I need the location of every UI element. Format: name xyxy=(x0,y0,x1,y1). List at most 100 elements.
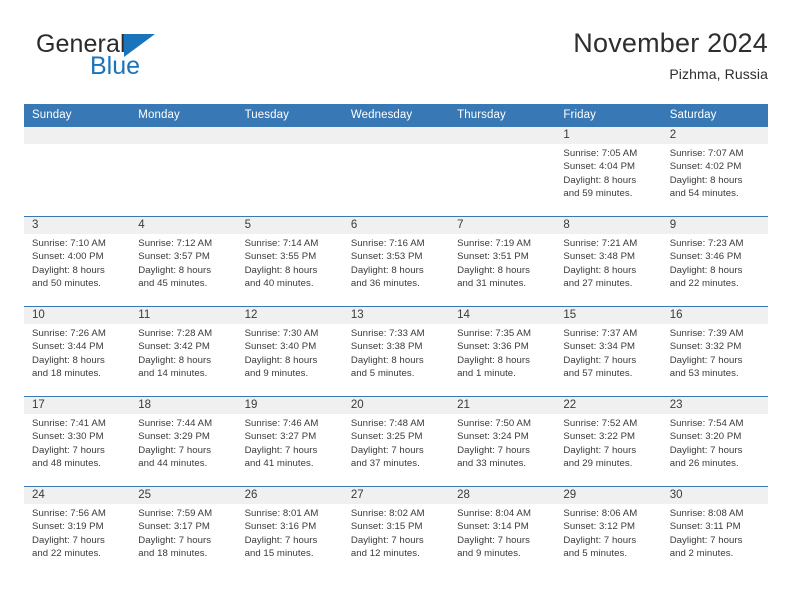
page-subtitle: Pizhma, Russia xyxy=(669,66,768,82)
daylight-text-cont: and 18 minutes. xyxy=(32,368,102,380)
calendar-day-cell[interactable]: 1 Sunrise: 7:05 AM Sunset: 4:04 PM Daylight… xyxy=(555,126,662,217)
sunrise-text: Sunrise: 7:35 AM xyxy=(457,328,531,339)
calendar-day-cell[interactable]: 15 Sunrise: 7:37 AM Sunset: 3:34 PM Dayligh… xyxy=(555,306,662,397)
calendar-day-cell[interactable]: 30 Sunrise: 8:08 AM Sunset: 3:11 PM Dayligh… xyxy=(661,486,768,577)
calendar-day-cell[interactable]: 20 Sunrise: 7:48 AM Sunset: 3:25 PM Dayligh… xyxy=(342,396,450,487)
sunset-text: Sunset: 3:42 PM xyxy=(138,341,210,353)
daylight-text-cont: and 45 minutes. xyxy=(138,278,208,290)
sunset-text: Sunset: 3:48 PM xyxy=(563,251,636,263)
day-number: 11 xyxy=(130,307,237,324)
daylight-text: Daylight: 7 hours xyxy=(244,444,318,456)
calendar-day-cell[interactable]: 22 Sunrise: 7:52 AM Sunset: 3:22 PM Dayligh… xyxy=(555,396,662,487)
calendar-day-cell[interactable]: 9 Sunrise: 7:23 AM Sunset: 3:46 PM Daylight… xyxy=(661,216,768,307)
calendar-day-cell[interactable]: 28 Sunrise: 8:04 AM Sunset: 3:14 PM Dayligh… xyxy=(449,486,556,577)
daylight-text-cont: and 53 minutes. xyxy=(669,368,739,380)
calendar-day-cell-empty xyxy=(342,126,450,217)
day-number: 12 xyxy=(236,307,343,324)
page-header: General Blue November 2024 Pizhma, Russi… xyxy=(24,26,768,92)
daylight-text: Daylight: 8 hours xyxy=(32,264,105,276)
daylight-text: Daylight: 8 hours xyxy=(32,354,105,366)
sunset-text: Sunset: 3:32 PM xyxy=(669,341,742,353)
daylight-text: Daylight: 8 hours xyxy=(138,354,212,366)
weekday-header-friday: Friday xyxy=(555,104,662,127)
sunrise-text: Sunrise: 7:10 AM xyxy=(32,238,106,249)
calendar-day-cell[interactable]: 29 Sunrise: 8:06 AM Sunset: 3:12 PM Dayligh… xyxy=(555,486,662,577)
day-number: 5 xyxy=(236,217,343,234)
sunrise-text: Sunrise: 7:48 AM xyxy=(350,418,425,429)
sunset-text: Sunset: 3:24 PM xyxy=(457,431,529,443)
sunset-text: Sunset: 3:25 PM xyxy=(350,431,423,443)
sunrise-text: Sunrise: 7:23 AM xyxy=(669,238,744,249)
sunrise-text: Sunrise: 8:08 AM xyxy=(669,508,744,519)
sunset-text: Sunset: 3:22 PM xyxy=(563,431,636,443)
day-details: Sunrise: 7:12 AM Sunset: 3:57 PM Daylight:… xyxy=(130,234,236,291)
calendar-day-cell[interactable]: 2 Sunrise: 7:07 AM Sunset: 4:02 PM Daylight… xyxy=(661,126,768,217)
calendar-day-cell[interactable]: 18 Sunrise: 7:44 AM Sunset: 3:29 PM Dayligh… xyxy=(130,396,237,487)
calendar-day-cell[interactable]: 10 Sunrise: 7:26 AM Sunset: 3:44 PM Dayligh… xyxy=(24,306,131,397)
calendar-day-cell[interactable]: 13 Sunrise: 7:33 AM Sunset: 3:38 PM Dayligh… xyxy=(342,306,450,397)
title-block: November 2024 Pizhma, Russia xyxy=(573,26,768,84)
daylight-text-cont: and 59 minutes. xyxy=(563,188,633,200)
calendar-day-cell[interactable]: 26 Sunrise: 8:01 AM Sunset: 3:16 PM Dayligh… xyxy=(236,486,343,577)
calendar-day-cell[interactable]: 19 Sunrise: 7:46 AM Sunset: 3:27 PM Dayligh… xyxy=(236,396,343,487)
day-details: Sunrise: 8:02 AM Sunset: 3:15 PM Daylight:… xyxy=(343,504,449,561)
calendar-day-cell-empty xyxy=(130,126,237,217)
daylight-text-cont: and 29 minutes. xyxy=(563,458,633,470)
calendar-day-cell[interactable]: 4 Sunrise: 7:12 AM Sunset: 3:57 PM Daylight… xyxy=(130,216,237,307)
day-details: Sunrise: 7:50 AM Sunset: 3:24 PM Daylight:… xyxy=(449,414,555,471)
calendar-day-cell[interactable]: 27 Sunrise: 8:02 AM Sunset: 3:15 PM Dayligh… xyxy=(342,486,450,577)
daylight-text-cont: and 57 minutes. xyxy=(563,368,633,380)
calendar-day-cell[interactable]: 16 Sunrise: 7:39 AM Sunset: 3:32 PM Dayligh… xyxy=(661,306,768,397)
calendar-day-cell[interactable]: 24 Sunrise: 7:56 AM Sunset: 3:19 PM Dayligh… xyxy=(24,486,131,577)
daylight-text-cont: and 5 minutes. xyxy=(563,548,628,560)
day-number: 1 xyxy=(555,127,662,144)
calendar-day-cell[interactable]: 23 Sunrise: 7:54 AM Sunset: 3:20 PM Dayligh… xyxy=(661,396,768,487)
sunrise-text: Sunrise: 7:54 AM xyxy=(669,418,744,429)
sunrise-text: Sunrise: 7:59 AM xyxy=(138,508,213,519)
sunrise-text: Sunrise: 8:02 AM xyxy=(350,508,425,519)
daylight-text-cont: and 31 minutes. xyxy=(457,278,527,290)
calendar-day-cell[interactable]: 8 Sunrise: 7:21 AM Sunset: 3:48 PM Daylight… xyxy=(555,216,662,307)
sunrise-text: Sunrise: 8:04 AM xyxy=(457,508,531,519)
calendar-day-cell[interactable]: 7 Sunrise: 7:19 AM Sunset: 3:51 PM Daylight… xyxy=(449,216,556,307)
day-details: Sunrise: 7:44 AM Sunset: 3:29 PM Daylight:… xyxy=(130,414,236,471)
daylight-text-cont: and 1 minute. xyxy=(457,368,516,380)
sunset-text: Sunset: 3:44 PM xyxy=(32,341,104,353)
daylight-text: Daylight: 7 hours xyxy=(244,534,318,546)
calendar-day-cell[interactable]: 5 Sunrise: 7:14 AM Sunset: 3:55 PM Daylight… xyxy=(236,216,343,307)
daylight-text-cont: and 36 minutes. xyxy=(350,278,420,290)
calendar-day-cell[interactable]: 12 Sunrise: 7:30 AM Sunset: 3:40 PM Dayligh… xyxy=(236,306,343,397)
calendar-day-cell[interactable]: 17 Sunrise: 7:41 AM Sunset: 3:30 PM Dayligh… xyxy=(24,396,131,487)
calendar-day-cell[interactable]: 3 Sunrise: 7:10 AM Sunset: 4:00 PM Daylight… xyxy=(24,216,131,307)
weekday-header-tuesday: Tuesday xyxy=(236,104,343,127)
day-details: Sunrise: 8:04 AM Sunset: 3:14 PM Daylight:… xyxy=(449,504,555,561)
day-details xyxy=(130,144,236,147)
sunset-text: Sunset: 3:30 PM xyxy=(32,431,104,443)
sunset-text: Sunset: 4:04 PM xyxy=(563,161,636,173)
sunset-text: Sunset: 3:11 PM xyxy=(669,521,741,533)
daylight-text: Daylight: 7 hours xyxy=(32,444,105,456)
day-details xyxy=(449,144,555,147)
calendar-week-row: 10 Sunrise: 7:26 AM Sunset: 3:44 PM Dayligh… xyxy=(24,306,768,397)
daylight-text: Daylight: 7 hours xyxy=(457,444,530,456)
sunrise-text: Sunrise: 7:28 AM xyxy=(138,328,213,339)
sunrise-text: Sunrise: 7:21 AM xyxy=(563,238,638,249)
day-number xyxy=(342,127,450,144)
daylight-text: Daylight: 8 hours xyxy=(563,174,637,186)
daylight-text-cont: and 22 minutes. xyxy=(669,278,739,290)
day-number: 18 xyxy=(130,397,237,414)
sunset-text: Sunset: 3:15 PM xyxy=(350,521,423,533)
day-details: Sunrise: 7:48 AM Sunset: 3:25 PM Daylight:… xyxy=(343,414,449,471)
day-details: Sunrise: 7:39 AM Sunset: 3:32 PM Daylight:… xyxy=(662,324,768,381)
calendar-day-cell[interactable]: 14 Sunrise: 7:35 AM Sunset: 3:36 PM Dayligh… xyxy=(449,306,556,397)
calendar-day-cell[interactable]: 21 Sunrise: 7:50 AM Sunset: 3:24 PM Dayligh… xyxy=(449,396,556,487)
sunset-text: Sunset: 3:27 PM xyxy=(244,431,317,443)
daylight-text: Daylight: 7 hours xyxy=(563,534,637,546)
calendar-day-cell[interactable]: 25 Sunrise: 7:59 AM Sunset: 3:17 PM Dayligh… xyxy=(130,486,237,577)
sunrise-text: Sunrise: 7:37 AM xyxy=(563,328,638,339)
calendar-day-cell[interactable]: 6 Sunrise: 7:16 AM Sunset: 3:53 PM Daylight… xyxy=(342,216,450,307)
calendar-day-cell[interactable]: 11 Sunrise: 7:28 AM Sunset: 3:42 PM Dayligh… xyxy=(130,306,237,397)
day-number: 2 xyxy=(661,127,768,144)
day-number xyxy=(236,127,343,144)
brand-logo[interactable]: General Blue xyxy=(24,32,224,88)
